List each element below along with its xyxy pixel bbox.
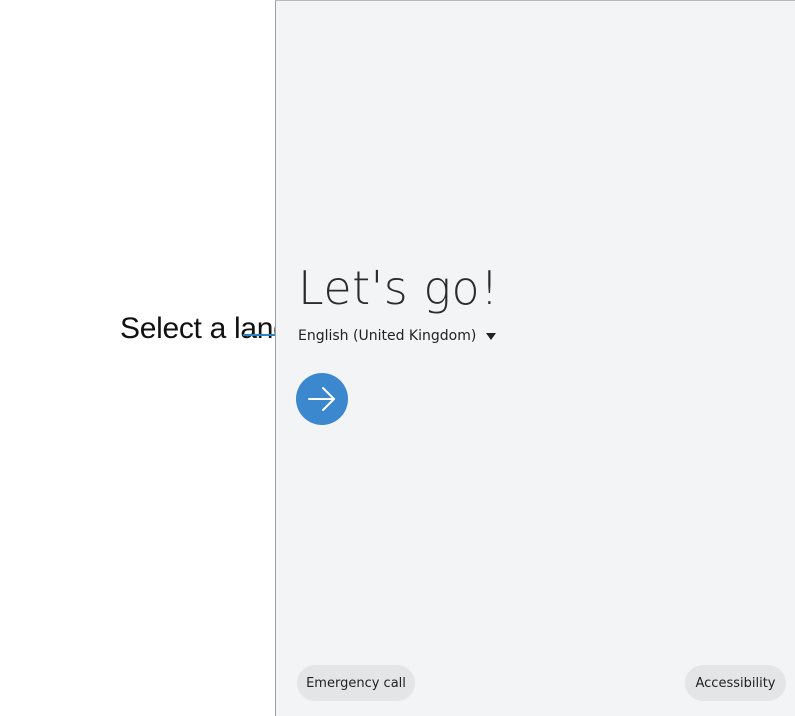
language-dropdown[interactable]: English (United Kingdom) <box>298 328 497 344</box>
language-label: English (United Kingdom) <box>298 328 477 344</box>
phone-screen: Let's go! English (United Kingdom) Emerg… <box>275 0 795 716</box>
arrow-right-icon <box>308 387 335 411</box>
welcome-title: Let's go! <box>298 261 500 315</box>
emergency-call-button[interactable]: Emergency call <box>297 665 415 701</box>
triangle-down-icon <box>486 332 497 340</box>
accessibility-button[interactable]: Accessibility <box>685 665 786 701</box>
next-button[interactable] <box>296 373 348 425</box>
